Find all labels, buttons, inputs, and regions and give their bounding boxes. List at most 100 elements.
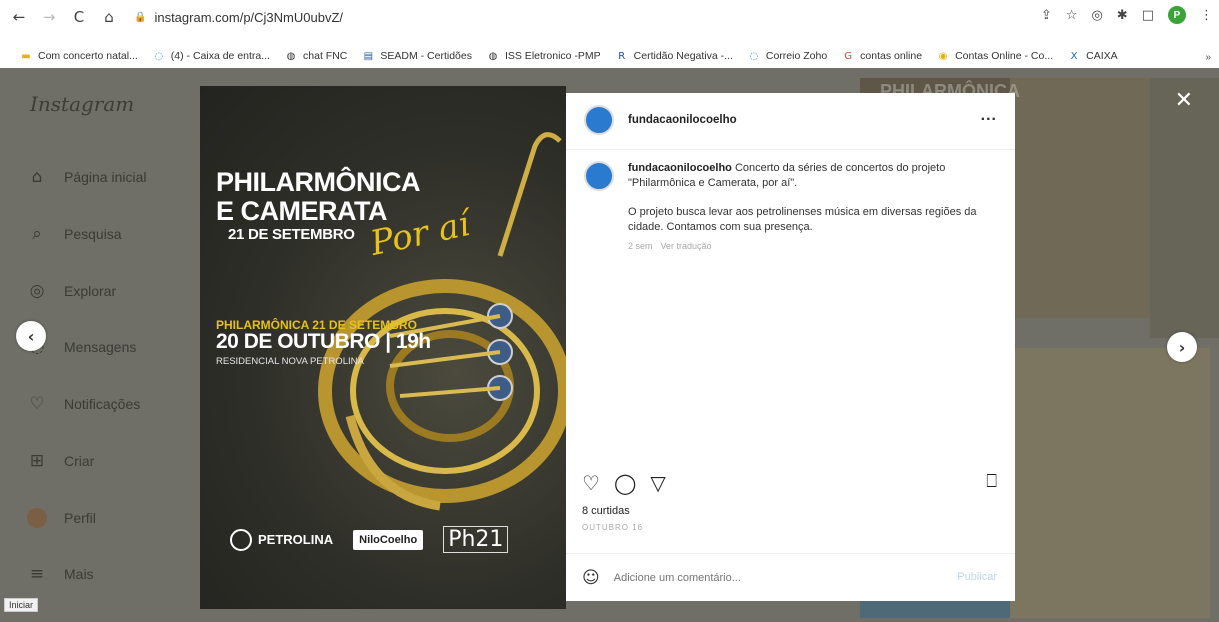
side-panel-icon[interactable]: □ bbox=[1142, 8, 1154, 23]
poster-date: 21 DE SETEMBRO bbox=[228, 226, 355, 243]
sidebar-item-label: Perfil bbox=[64, 510, 96, 526]
comment-icon[interactable]: ◯ bbox=[614, 471, 636, 495]
bookmark-item[interactable]: ◉ Contas Online - Co... bbox=[937, 50, 1053, 62]
bookmark-label: CAIXA bbox=[1086, 50, 1118, 62]
browser-menu-icon[interactable]: ⋮ bbox=[1200, 8, 1213, 23]
sidebar-item-label: Notificações bbox=[64, 396, 141, 412]
emoji-icon[interactable]: ☺ bbox=[582, 568, 600, 588]
post-username[interactable]: fundacaonilocoelho bbox=[628, 114, 737, 126]
background-post bbox=[1010, 348, 1210, 618]
caption-paragraph-2: O projeto busca levar aos petrolinenses … bbox=[628, 206, 977, 233]
sidebar-item-criar[interactable]: ⊞ Criar bbox=[26, 450, 94, 472]
caption-body: fundacaonilocoelho Concerto da séries de… bbox=[628, 161, 998, 254]
avatar[interactable] bbox=[584, 105, 614, 135]
sidebar-item-mais[interactable]: ≡ Mais bbox=[26, 563, 94, 585]
compass-icon: ◎ bbox=[29, 281, 45, 301]
avatar[interactable] bbox=[584, 161, 614, 191]
sidebar-item-perfil[interactable]: Perfil bbox=[26, 507, 96, 529]
poster-event-date: 20 DE OUTUBRO | 19h bbox=[216, 330, 431, 353]
poster-place: RESIDENCIAL NOVA PETROLINA bbox=[216, 356, 364, 367]
bookmark-item[interactable]: R Certidão Negativa -... bbox=[616, 50, 733, 62]
caption-time: 2 sem bbox=[628, 241, 653, 251]
sidebar-item-página-inicial[interactable]: ⌂ Página inicial bbox=[26, 166, 147, 188]
reload-icon[interactable]: C bbox=[68, 6, 90, 28]
instagram-logo[interactable]: Instagram bbox=[30, 92, 134, 116]
extensions-icon[interactable]: ✱ bbox=[1117, 8, 1128, 23]
divider bbox=[566, 149, 1015, 150]
poster-logos: PETROLINA NiloCoelho Ph21 bbox=[230, 526, 509, 553]
bookmark-item[interactable]: X CAIXA bbox=[1068, 50, 1118, 62]
sidebar-item-explorar[interactable]: ◎ Explorar bbox=[26, 280, 117, 302]
plus-square-icon: ⊞ bbox=[29, 451, 45, 471]
instagram-page: PHILARMÔNICA Instagram ⌂ Página inicial ⌕ P… bbox=[0, 68, 1219, 622]
sidebar-item-label: Explorar bbox=[64, 283, 117, 299]
profile-avatar[interactable]: P bbox=[1168, 6, 1186, 24]
more-options-icon[interactable]: ... bbox=[981, 107, 997, 125]
save-icon[interactable]: ⎕ bbox=[986, 471, 997, 492]
post-actions: ♡ ◯ ▽ bbox=[582, 471, 666, 495]
search-icon: ⌕ bbox=[32, 224, 42, 244]
post-image[interactable]: PHILARMÔNICA E CAMERATA 21 DE SETEMBRO P… bbox=[200, 86, 566, 609]
folder-icon: ▬ bbox=[21, 50, 31, 62]
caption: fundacaonilocoelho Concerto da séries de… bbox=[584, 161, 1004, 254]
home-icon: ⌂ bbox=[31, 167, 43, 187]
seadm-icon: ▤ bbox=[363, 50, 374, 62]
bookmark-label: Correio Zoho bbox=[765, 50, 828, 62]
bookmark-label: Com concerto natal... bbox=[38, 50, 138, 62]
back-icon[interactable]: ← bbox=[8, 6, 30, 28]
share-icon[interactable]: ▽ bbox=[650, 471, 665, 495]
logo-nilo-coelho: NiloCoelho bbox=[353, 529, 424, 550]
mail-icon: ◌ bbox=[749, 50, 759, 62]
caixa-icon: X bbox=[1070, 50, 1078, 62]
sidebar-item-label: Mais bbox=[64, 566, 94, 582]
likes-count[interactable]: 8 curtidas bbox=[582, 505, 630, 517]
sidebar-item-label: Criar bbox=[64, 453, 95, 469]
caption-paragraph-1: fundacaonilocoelho Concerto da séries de… bbox=[628, 161, 998, 191]
home-icon[interactable]: ⌂ bbox=[98, 6, 120, 28]
sidebar-item-notificações[interactable]: ♡ Notificações bbox=[26, 393, 140, 415]
camera-icon[interactable]: ◎ bbox=[1091, 8, 1102, 23]
bookmark-label: Certidão Negativa -... bbox=[633, 50, 733, 62]
avatar bbox=[26, 507, 48, 529]
star-icon[interactable]: ☆ bbox=[1066, 8, 1078, 23]
address-bar[interactable]: instagram.com/p/Cj3NmU0ubvZ/ bbox=[154, 10, 343, 25]
heart-icon: ♡ bbox=[29, 394, 45, 414]
bookmark-item[interactable]: Gcontas online bbox=[842, 50, 922, 62]
globe-icon: ◍ bbox=[488, 50, 498, 62]
menu-icon: ≡ bbox=[29, 564, 45, 584]
logo-petrolina-text: PETROLINA bbox=[258, 532, 334, 547]
bookmark-item[interactable]: ◍ chat FNC bbox=[285, 50, 348, 62]
logo-ph21: Ph21 bbox=[443, 526, 509, 553]
forward-icon[interactable]: → bbox=[38, 6, 60, 28]
translate-link[interactable]: Ver tradução bbox=[661, 239, 712, 254]
bookmark-item[interactable]: ▬ Com concerto natal... bbox=[20, 50, 138, 62]
share-icon[interactable]: ⇪ bbox=[1041, 8, 1052, 23]
post-header: fundacaonilocoelho bbox=[584, 105, 737, 135]
caption-username[interactable]: fundacaonilocoelho bbox=[628, 162, 732, 174]
circle-icon: ◉ bbox=[938, 50, 948, 62]
browser-toolbar: ← → C ⌂ 🔒 instagram.com/p/Cj3NmU0ubvZ/ ⇪… bbox=[0, 0, 1219, 34]
bookmarks-bar: ▬ Com concerto natal... ◌ (4) - Caixa de en… bbox=[0, 44, 1219, 68]
sidebar-item-pesquisa[interactable]: ⌕ Pesquisa bbox=[26, 223, 121, 245]
like-icon[interactable]: ♡ bbox=[582, 471, 600, 495]
comment-input[interactable] bbox=[613, 571, 934, 584]
google-icon: G bbox=[844, 50, 853, 62]
bookmark-item[interactable]: ◍ ISS Eletronico -PMP bbox=[487, 50, 601, 62]
post-details-panel: fundacaonilocoelho ... fundacaonilocoelh… bbox=[566, 93, 1015, 601]
sidebar-item-label: Mensagens bbox=[64, 339, 137, 355]
close-icon[interactable]: ✕ bbox=[1175, 88, 1193, 113]
r-icon: R bbox=[618, 50, 626, 62]
post-date: OUTUBRO 16 bbox=[582, 523, 644, 532]
comment-bar: ☺ Publicar bbox=[566, 553, 1015, 601]
bookmark-item[interactable]: ▤ SEADM - Certidões bbox=[362, 50, 472, 62]
previous-post-button[interactable]: ‹ bbox=[16, 321, 46, 351]
bookmark-label: SEADM - Certidões bbox=[380, 50, 472, 62]
bookmark-item[interactable]: ◌ Correio Zoho bbox=[748, 50, 828, 62]
next-post-button[interactable]: › bbox=[1167, 332, 1197, 362]
bookmark-item[interactable]: ◌ (4) - Caixa de entra... bbox=[153, 50, 270, 62]
bookmark-label: chat FNC bbox=[303, 50, 348, 62]
bookmark-label: (4) - Caixa de entra... bbox=[170, 50, 271, 62]
bookmarks-overflow-icon[interactable]: » bbox=[1205, 52, 1211, 63]
lock-icon: 🔒 bbox=[134, 11, 147, 23]
publish-button[interactable]: Publicar bbox=[957, 571, 997, 583]
